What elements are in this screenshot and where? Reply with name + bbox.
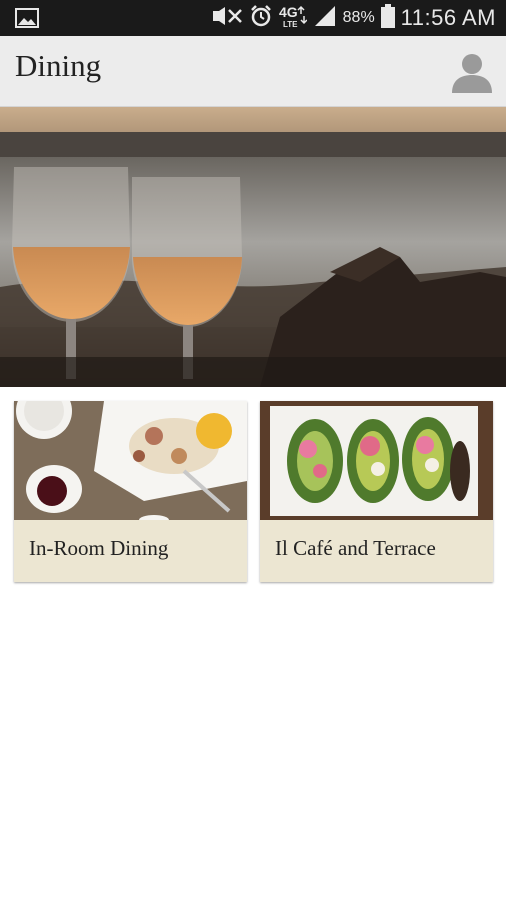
profile-icon[interactable]: [450, 49, 494, 93]
card-label: Il Café and Terrace: [275, 536, 436, 560]
signal-icon: [313, 4, 337, 33]
image-notification-icon: [15, 8, 39, 33]
4g-lte-icon: 4G LTE: [279, 4, 308, 33]
card-label: In-Room Dining: [29, 536, 169, 560]
status-bar: 4G LTE 88% 11:56 AM: [0, 0, 506, 36]
in-room-dining-image: [14, 401, 247, 520]
alarm-icon: [249, 4, 273, 33]
clock: 11:56 AM: [400, 5, 496, 30]
page-title: Dining: [15, 48, 102, 83]
app-bar: Dining: [0, 36, 506, 107]
card-in-room-dining[interactable]: In-Room Dining: [14, 401, 247, 582]
hero-image: [0, 107, 506, 387]
battery-icon: [380, 3, 395, 33]
svg-text:LTE: LTE: [283, 20, 298, 28]
il-cafe-image: [260, 401, 493, 520]
mute-icon: [209, 5, 243, 32]
svg-text:4G: 4G: [279, 4, 298, 20]
card-il-cafe-and-terrace[interactable]: Il Café and Terrace: [260, 401, 493, 582]
battery-percent: 88%: [342, 9, 375, 26]
